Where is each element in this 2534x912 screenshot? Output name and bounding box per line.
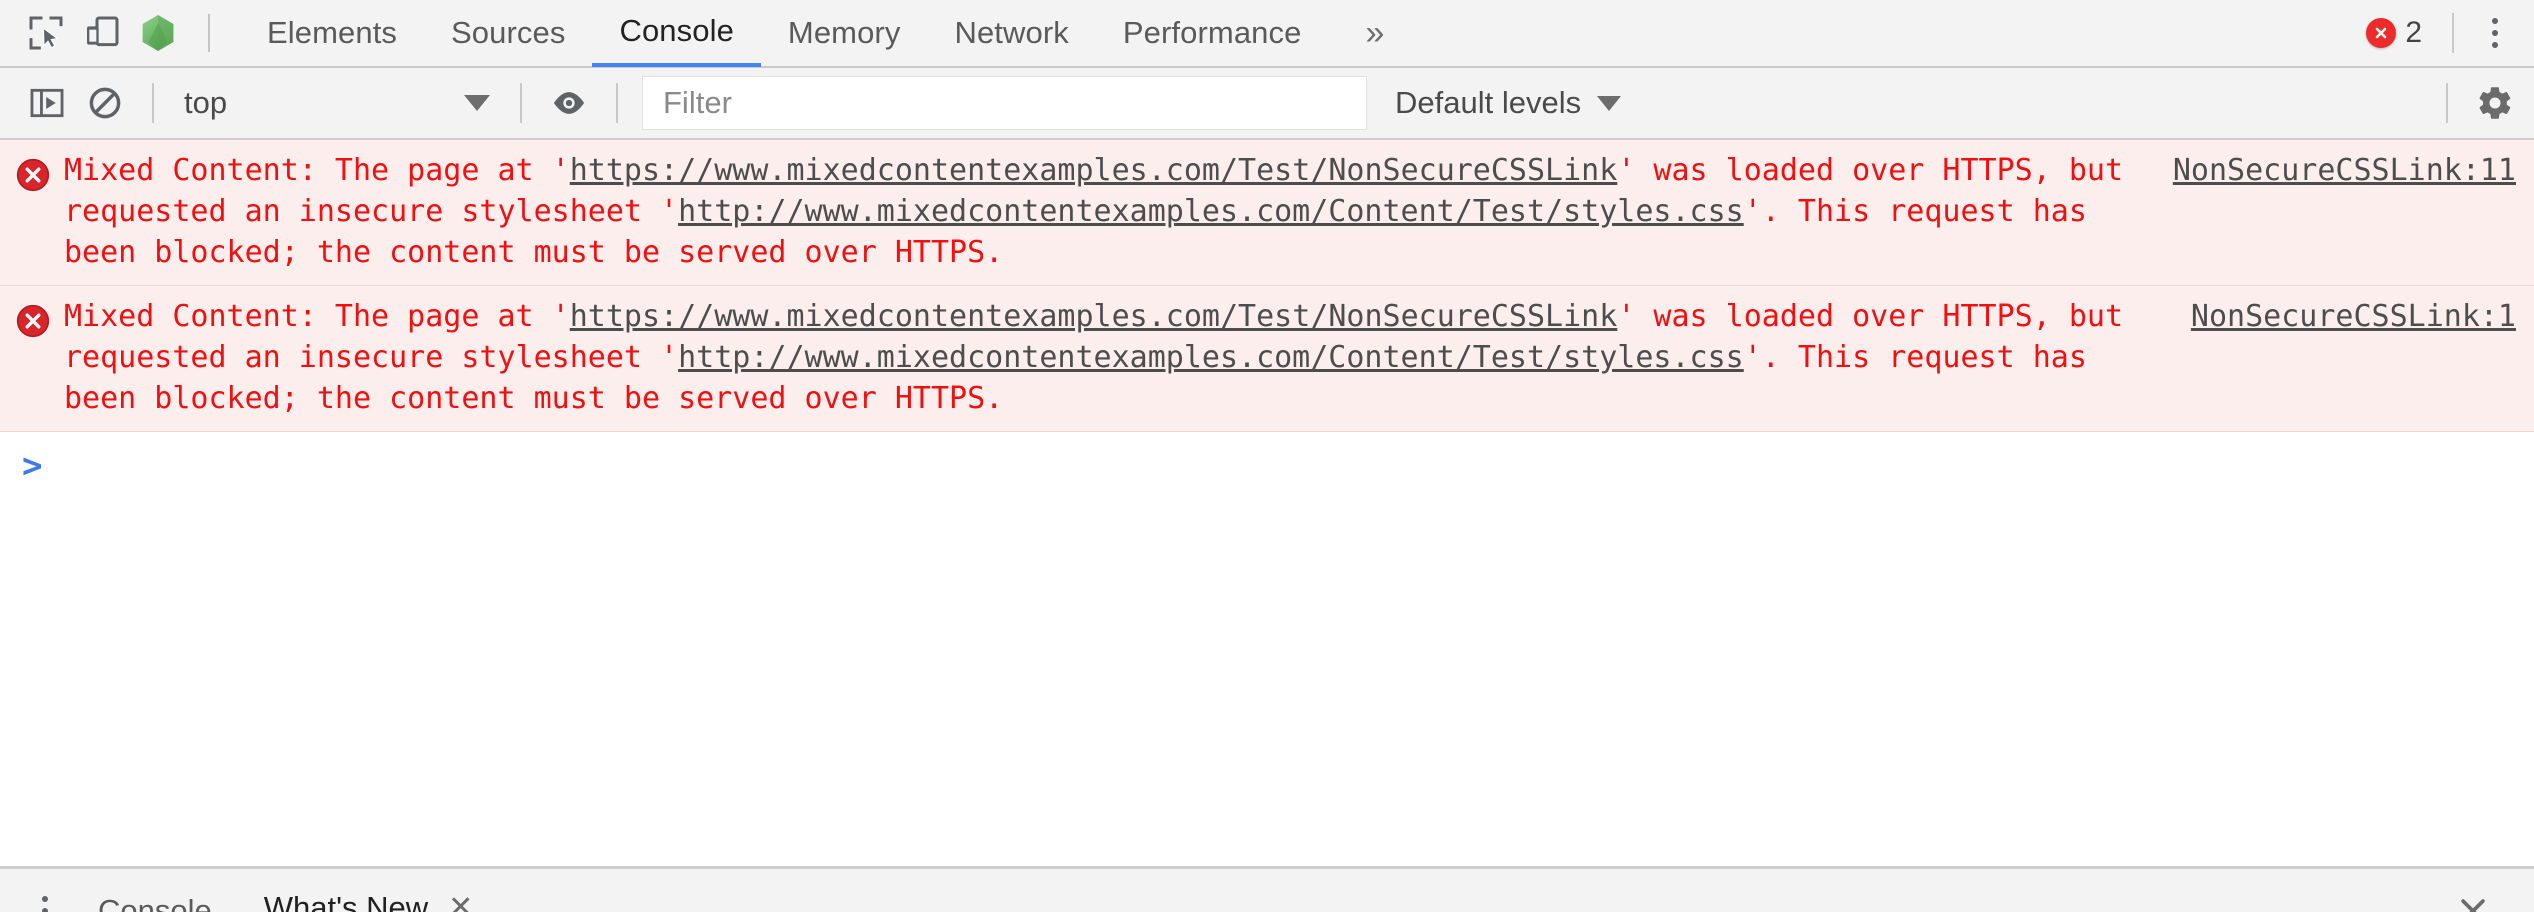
device-toolbar-icon[interactable]	[74, 5, 130, 61]
console-sidebar-icon[interactable]	[18, 74, 76, 132]
kebab-dot	[42, 895, 48, 902]
filter-input-wrapper[interactable]	[642, 76, 1367, 130]
drawer-tab-label: What's New	[263, 890, 429, 912]
drawer-tab-whats-new[interactable]: What's New ✕	[238, 868, 500, 912]
toolbar-divider	[152, 83, 154, 123]
nodejs-logo-icon[interactable]	[130, 5, 186, 61]
log-levels-selector[interactable]: Default levels	[1367, 74, 1639, 132]
tab-label: Memory	[787, 15, 901, 50]
gear-icon[interactable]	[2466, 74, 2524, 132]
console-message-row[interactable]: Mixed Content: The page at 'https://www.…	[0, 286, 2534, 432]
prompt-chevron-icon: >	[22, 446, 43, 486]
console-message-source-link[interactable]: NonSecureCSSLink:11	[2167, 150, 2516, 191]
error-circle-icon	[16, 158, 50, 192]
console-prompt-input[interactable]	[60, 446, 2516, 483]
kebab-dot	[2492, 18, 2498, 24]
toolbar-divider	[208, 14, 210, 52]
console-message-row[interactable]: Mixed Content: The page at 'https://www.…	[0, 140, 2534, 286]
kebab-dot	[2492, 42, 2498, 48]
toolbar-right-group: 2	[2350, 0, 2522, 67]
devtools-main-toolbar: Elements Sources Console Memory Network …	[0, 0, 2534, 68]
kebab-dot	[42, 907, 48, 912]
error-circle-icon	[16, 304, 50, 338]
tab-label: Console	[619, 13, 734, 48]
toolbar-divider	[2452, 13, 2454, 53]
console-prompt-row[interactable]: >	[0, 432, 2534, 518]
tab-memory[interactable]: Memory	[761, 0, 928, 67]
inspect-element-icon[interactable]	[18, 5, 74, 61]
toolbar-divider	[2446, 83, 2448, 123]
console-inline-link[interactable]: http://www.mixedcontentexamples.com/Cont…	[678, 340, 1744, 375]
console-message-text: Mixed Content: The page at 'https://www.…	[64, 296, 2185, 419]
more-tabs-button[interactable]: »	[1328, 0, 1433, 67]
double-chevron-icon: »	[1365, 13, 1384, 52]
console-text-run: Mixed Content: The page at '	[64, 299, 570, 334]
error-count-label: 2	[2405, 16, 2422, 49]
kebab-dot	[2492, 30, 2498, 36]
console-inline-link[interactable]: http://www.mixedcontentexamples.com/Cont…	[678, 194, 1744, 229]
drawer-tabs: Console What's New ✕	[72, 868, 499, 912]
console-message-text: Mixed Content: The page at 'https://www.…	[64, 150, 2167, 273]
drawer-tab-console[interactable]: Console	[72, 868, 238, 912]
error-circle-icon	[2366, 18, 2397, 48]
execution-context-label: top	[184, 85, 228, 120]
tab-console[interactable]: Console	[592, 0, 761, 67]
panel-tabs: Elements Sources Console Memory Network …	[240, 0, 1433, 67]
error-count-badge[interactable]: 2	[2350, 16, 2438, 50]
live-expression-eye-icon[interactable]	[540, 74, 598, 132]
console-toolbar: top Default levels	[0, 68, 2534, 140]
toolbar-divider	[616, 83, 618, 123]
log-levels-label: Default levels	[1395, 85, 1582, 120]
close-tab-icon[interactable]: ✕	[448, 893, 473, 912]
tab-elements[interactable]: Elements	[240, 0, 424, 67]
tab-label: Sources	[451, 15, 566, 50]
toolbar-divider	[520, 83, 522, 123]
console-message-list: Mixed Content: The page at 'https://www.…	[0, 140, 2534, 866]
tab-network[interactable]: Network	[927, 0, 1095, 67]
chevron-down-icon	[464, 95, 490, 111]
console-message-source-link[interactable]: NonSecureCSSLink:1	[2185, 296, 2516, 337]
drawer-toolbar: Console What's New ✕	[0, 866, 2534, 912]
console-toolbar-right	[2428, 74, 2524, 132]
filter-input[interactable]	[661, 84, 1348, 122]
kebab-menu-icon[interactable]	[2468, 6, 2522, 60]
chevron-down-icon	[1597, 95, 1622, 111]
console-text-run: Mixed Content: The page at '	[64, 153, 570, 188]
drawer-right-group	[2446, 884, 2520, 912]
tab-label: Performance	[1122, 15, 1302, 50]
drawer-tab-label: Console	[98, 892, 212, 912]
tab-sources[interactable]: Sources	[424, 0, 592, 67]
clear-console-icon[interactable]	[76, 74, 134, 132]
console-inline-link[interactable]: https://www.mixedcontentexamples.com/Tes…	[570, 153, 1618, 188]
tab-label: Network	[954, 15, 1069, 50]
tab-label: Elements	[267, 15, 398, 50]
kebab-menu-icon[interactable]	[18, 884, 72, 912]
execution-context-selector[interactable]: top	[172, 74, 502, 132]
console-inline-link[interactable]: https://www.mixedcontentexamples.com/Tes…	[570, 299, 1618, 334]
close-drawer-icon[interactable]	[2446, 884, 2500, 912]
tab-performance[interactable]: Performance	[1096, 0, 1329, 67]
